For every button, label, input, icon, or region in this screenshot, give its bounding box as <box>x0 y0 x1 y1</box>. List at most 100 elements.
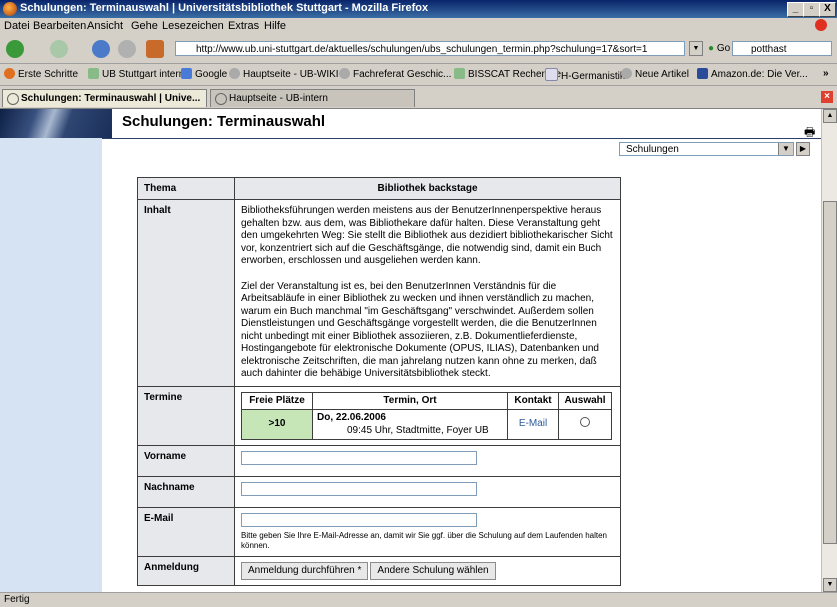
wiki-icon <box>215 93 227 105</box>
menu-datei[interactable]: Datei <box>4 20 30 32</box>
vorname-label: Vorname <box>137 445 235 477</box>
google-icon <box>181 68 192 79</box>
nachname-label: Nachname <box>137 476 235 508</box>
inhalt-paragraph-2: Ziel der Veranstaltung ist es, bei den B… <box>241 280 599 380</box>
reload-icon[interactable] <box>92 40 110 58</box>
page-header: Schulungen: Terminauswahl 🖶 <box>0 109 821 139</box>
menu-bearbeiten[interactable]: Bearbeiten <box>33 20 86 32</box>
chevron-down-icon[interactable]: ▼ <box>778 143 793 155</box>
menu-lesezeichen[interactable]: Lesezeichen <box>162 20 224 32</box>
address-bar[interactable]: http://www.ub.uni-stuttgart.de/aktuelles… <box>175 41 685 56</box>
freie-plaetze-value: >10 <box>241 409 313 440</box>
tab-bar: Schulungen: Terminauswahl | Unive... Hau… <box>0 86 837 109</box>
bookmark-fachreferat[interactable]: Fachreferat Geschic... <box>339 68 451 80</box>
bookmark-h-germanistik[interactable]: H-Germanistik <box>545 68 625 82</box>
email-hint: Bitte geben Sie Ihre E-Mail-Adresse an, … <box>241 531 607 550</box>
form-row-termine: Termine Freie Plätze Termin, Ort Kontakt… <box>137 385 621 446</box>
bookmark-label: Amazon.de: Die Ver... <box>711 69 808 80</box>
termine-label: Termine <box>137 385 235 446</box>
menu-ansicht[interactable]: Ansicht <box>87 20 123 32</box>
stop-icon[interactable] <box>118 40 136 58</box>
nachname-input[interactable] <box>241 482 477 496</box>
status-text: Fertig <box>4 594 30 605</box>
search-input[interactable]: potthast <box>732 41 832 56</box>
header-kontakt: Kontakt <box>507 391 559 410</box>
firefox-icon <box>3 2 17 16</box>
termin-radio[interactable] <box>580 417 590 428</box>
termin-date: Do, 22.06.2006 <box>317 412 386 423</box>
header-termin-ort: Termin, Ort <box>312 391 508 410</box>
menu-gehe[interactable]: Gehe <box>131 20 158 32</box>
termin-ort-value: Do, 22.06.2006 09:45 Uhr, Stadtmitte, Fo… <box>312 409 508 440</box>
vorname-input[interactable] <box>241 451 477 465</box>
forward-icon[interactable] <box>50 40 68 58</box>
amazon-icon <box>697 68 708 79</box>
bookmark-label: Hauptseite - UB-WIKI <box>243 69 339 80</box>
bookmark-ub-wiki[interactable]: Hauptseite - UB-WIKI <box>229 68 339 80</box>
bookmark-google[interactable]: Google <box>181 68 227 80</box>
firefox-icon <box>4 68 15 79</box>
bookmark-ub-stuttgart-intern[interactable]: UB Stuttgart intern <box>88 68 184 80</box>
anmeldung-cell: Anmeldung durchführen * Andere Schulung w… <box>234 556 621 586</box>
page-icon <box>545 68 558 81</box>
bookmark-amazon[interactable]: Amazon.de: Die Ver... <box>697 68 808 80</box>
close-tab-icon[interactable]: × <box>821 91 833 103</box>
url-dropdown-button[interactable]: ▼ <box>689 41 703 56</box>
email-label: E-Mail <box>137 507 235 557</box>
tab-label: Schulungen: Terminauswahl | Unive... <box>21 93 201 104</box>
termine-table: Freie Plätze Termin, Ort Kontakt Auswahl… <box>241 391 612 440</box>
form-row-anmeldung: Anmeldung Anmeldung durchführen * Andere … <box>137 556 621 586</box>
bookmark-label: Fachreferat Geschic... <box>353 69 452 80</box>
vertical-scrollbar[interactable]: ▲ ▼ <box>821 109 837 592</box>
thema-label: Thema <box>137 177 235 200</box>
go-arrow-icon[interactable]: ▶ <box>796 142 810 156</box>
inhalt-label: Inhalt <box>137 199 235 387</box>
scroll-down-icon[interactable]: ▼ <box>823 578 837 592</box>
go-button[interactable]: ● Go <box>708 43 730 54</box>
termin-row: >10 Do, 22.06.2006 09:45 Uhr, Stadtmitte… <box>241 409 612 440</box>
wiki-icon <box>621 68 632 79</box>
section-select-value: Schulungen <box>626 144 679 155</box>
window-title: Schulungen: Terminauswahl | Universitäts… <box>20 2 429 14</box>
anmeldung-label: Anmeldung <box>137 556 235 586</box>
tab-terminauswahl[interactable]: Schulungen: Terminauswahl | Unive... <box>2 89 207 107</box>
tab-hauptseite[interactable]: Hauptseite - UB-intern <box>210 89 415 107</box>
other-course-button[interactable]: Andere Schulung wählen <box>370 562 496 580</box>
scrollbar-thumb[interactable] <box>823 201 837 544</box>
bookmarks-overflow-button[interactable]: » <box>823 68 829 79</box>
submit-registration-button[interactable]: Anmeldung durchführen * <box>241 562 369 580</box>
menu-hilfe[interactable]: Hilfe <box>264 20 286 32</box>
wiki-icon <box>339 68 350 79</box>
page-viewport: Schulungen: Terminauswahl 🖶 Schulungen ▼… <box>0 109 821 592</box>
bookmark-label: Erste Schritte <box>18 69 79 80</box>
form-row-vorname: Vorname <box>137 445 621 477</box>
minimize-button[interactable]: _ <box>787 2 804 17</box>
vorname-cell <box>234 445 621 477</box>
bookmark-label: Google <box>195 69 228 80</box>
print-icon[interactable]: 🖶 <box>804 123 815 144</box>
wiki-icon <box>229 68 240 79</box>
form-row-email: E-Mail Bitte geben Sie Ihre E-Mail-Adres… <box>137 507 621 557</box>
status-bar: Fertig <box>0 592 837 607</box>
bookmark-neue-artikel[interactable]: Neue Artikel <box>621 68 689 80</box>
email-cell: Bitte geben Sie Ihre E-Mail-Adresse an, … <box>234 507 621 557</box>
back-icon[interactable] <box>6 40 24 58</box>
bookmark-label: H-Germanistik <box>561 71 625 82</box>
home-icon[interactable] <box>146 40 164 58</box>
inhalt-value: Bibliotheksführungen werden meistens aus… <box>234 199 621 387</box>
menu-extras[interactable]: Extras <box>228 20 259 32</box>
email-input[interactable] <box>241 513 477 527</box>
navigation-toolbar: http://www.ub.uni-stuttgart.de/aktuelles… <box>0 35 837 64</box>
header-freie-plaetze: Freie Plätze <box>241 391 313 410</box>
maximize-button[interactable]: ▫ <box>803 2 820 17</box>
section-select[interactable]: Schulungen ▼ <box>619 142 794 156</box>
close-window-button[interactable]: X <box>819 2 836 17</box>
kontakt-email-link[interactable]: E-Mail <box>507 409 559 440</box>
bookmark-erste-schritte[interactable]: Erste Schritte <box>4 68 78 80</box>
left-sidebar <box>0 138 102 592</box>
inhalt-paragraph-1: Bibliotheksführungen werden meistens aus… <box>241 205 613 266</box>
wiki-icon <box>7 93 19 105</box>
scroll-up-icon[interactable]: ▲ <box>823 109 837 123</box>
auswahl-cell <box>558 409 612 440</box>
form-row-thema: Thema Bibliothek backstage <box>137 177 621 200</box>
